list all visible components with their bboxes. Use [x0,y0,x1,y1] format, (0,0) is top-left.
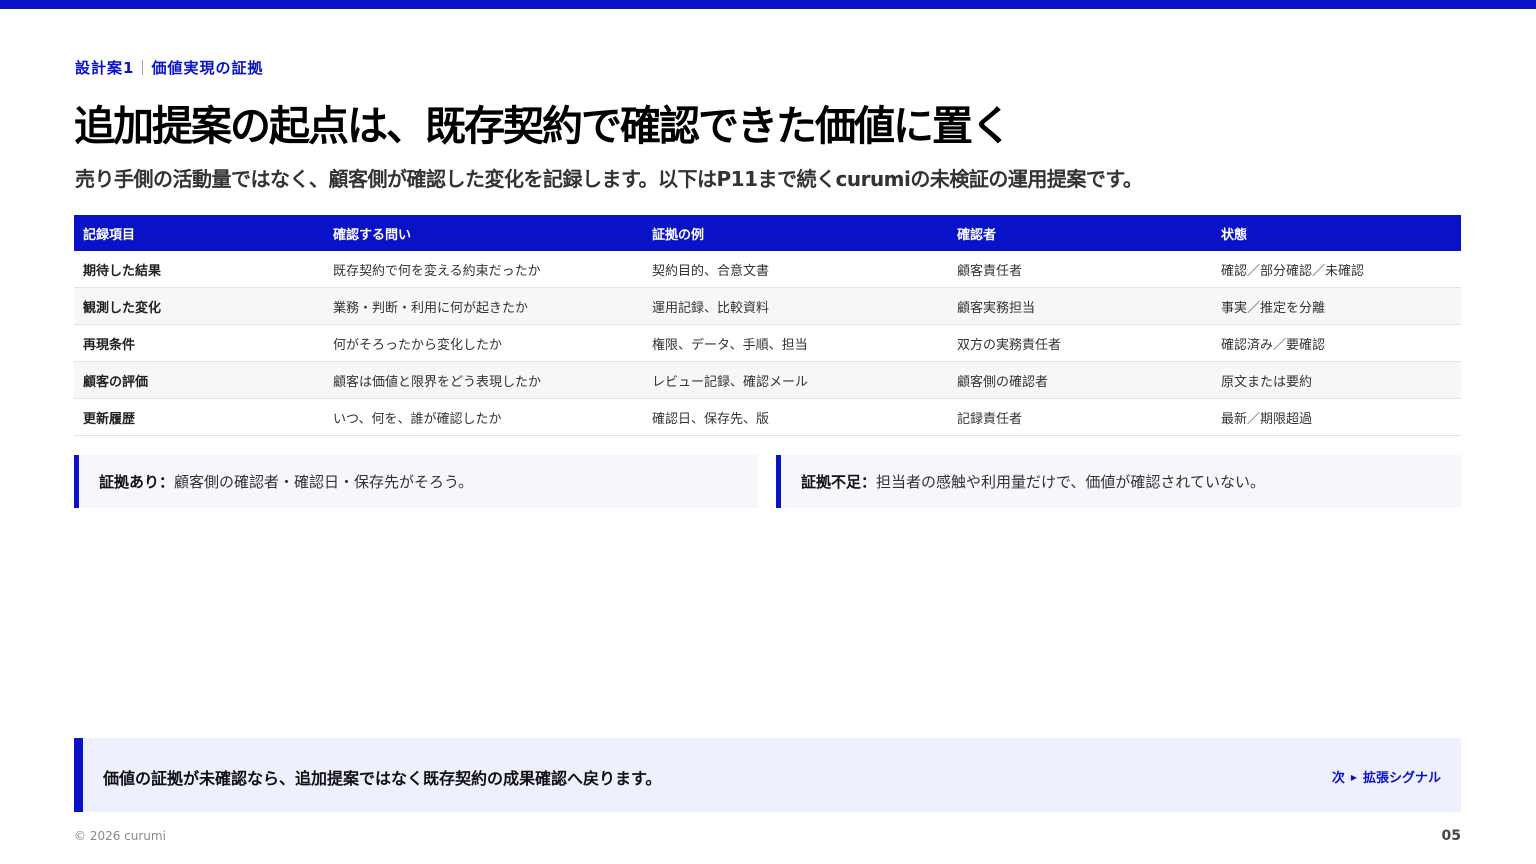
table-cell: 原文または要約 [1212,361,1461,399]
section-topic: 価値実現の証拠 [151,59,264,77]
conclusion-text: 価値の証拠が未確認なら、追加提案ではなく既存契約の成果確認へ戻ります。 [103,769,662,788]
page-subtitle: 売り手側の活動量ではなく、顧客側が確認した変化を記録します。以下はP11まで続く… [75,167,1143,191]
table-cell: 期待した結果 [74,251,324,288]
table-cell: 更新履歴 [74,398,324,436]
table-cell: 再現条件 [74,324,324,362]
table-row: 顧客の評価 顧客は価値と限界をどう表現したか レビュー記録、確認メール 顧客側の… [74,361,1461,399]
next-label: 拡張シグナル [1362,771,1441,786]
callout-lead: 証拠不足： [801,473,877,491]
table-cell: 何がそろったから変化したか [324,324,643,362]
table-cell: 確認／部分確認／未確認 [1212,251,1461,288]
conclusion-banner: 価値の証拠が未確認なら、追加提案ではなく既存契約の成果確認へ戻ります。 次 ▶ 拡張… [74,738,1461,812]
table-cell: 権限、データ、手順、担当 [643,324,948,362]
page-number: 05 [1441,828,1461,844]
table-cell: 顧客側の確認者 [948,361,1212,399]
section-divider [142,60,144,75]
table-cell: 業務・判断・利用に何が起きたか [324,287,643,325]
table-cell: 運用記録、比較資料 [643,287,948,325]
table-row: 観測した変化 業務・判断・利用に何が起きたか 運用記録、比較資料 顧客実務担当 … [74,287,1461,325]
table-cell: 記録責任者 [948,398,1212,436]
column-header: 確認する問い [324,215,643,251]
table-cell: 顧客責任者 [948,251,1212,288]
evidence-present-callout: 証拠あり： 顧客側の確認者・確認日・保存先がそろう。 [74,455,758,508]
table-cell: いつ、何を、誰が確認したか [324,398,643,436]
table-row: 期待した結果 既存契約で何を変える約束だったか 契約目的、合意文書 顧客責任者 … [74,251,1461,288]
next-prefix: 次 [1331,771,1345,786]
table-cell: 確認日、保存先、版 [643,398,948,436]
table-cell: レビュー記録、確認メール [643,361,948,399]
column-header: 状態 [1212,215,1461,251]
slide: 設計案1 価値実現の証拠 追加提案の起点は、既存契約で確認できた価値に置く 売り手… [0,0,1536,864]
section-number: 設計案1 [75,59,135,77]
triangle-right-icon: ▶ [1350,773,1357,782]
callout-text: 担当者の感触や利用量だけで、価値が確認されていない。 [876,473,1265,491]
table-cell: 最新／期限超過 [1212,398,1461,436]
table-cell: 既存契約で何を変える約束だったか [324,251,643,288]
table-row: 再現条件 何がそろったから変化したか 権限、データ、手順、担当 双方の実務責任者… [74,324,1461,362]
copyright: © 2026 curumi [74,829,166,843]
table-cell: 顧客の評価 [74,361,324,399]
table-cell: 顧客実務担当 [948,287,1212,325]
table-cell: 観測した変化 [74,287,324,325]
table-cell: 契約目的、合意文書 [643,251,948,288]
evidence-missing-callout: 証拠不足： 担当者の感触や利用量だけで、価値が確認されていない。 [776,455,1461,508]
top-accent-bar [0,0,1536,9]
table-row: 更新履歴 いつ、何を、誰が確認したか 確認日、保存先、版 記録責任者 最新／期限… [74,398,1461,436]
table-header-row: 記録項目 確認する問い 証拠の例 確認者 状態 [74,215,1461,251]
callout-text: 顧客側の確認者・確認日・保存先がそろう。 [174,473,474,491]
table-cell: 事実／推定を分離 [1212,287,1461,325]
column-header: 証拠の例 [643,215,948,251]
callout-lead: 証拠あり： [99,473,175,491]
section-label: 設計案1 価値実現の証拠 [75,57,263,78]
table-cell: 双方の実務責任者 [948,324,1212,362]
page-title: 追加提案の起点は、既存契約で確認できた価値に置く [74,102,1012,150]
next-section-link[interactable]: 次 ▶ 拡張シグナル [1332,767,1441,786]
column-header: 確認者 [948,215,1212,251]
column-header: 記録項目 [74,215,324,251]
table-cell: 顧客は価値と限界をどう表現したか [324,361,643,399]
table-cell: 確認済み／要確認 [1212,324,1461,362]
evidence-table: 記録項目 確認する問い 証拠の例 確認者 状態 期待した結果 既存契約で何を変え… [74,215,1461,436]
